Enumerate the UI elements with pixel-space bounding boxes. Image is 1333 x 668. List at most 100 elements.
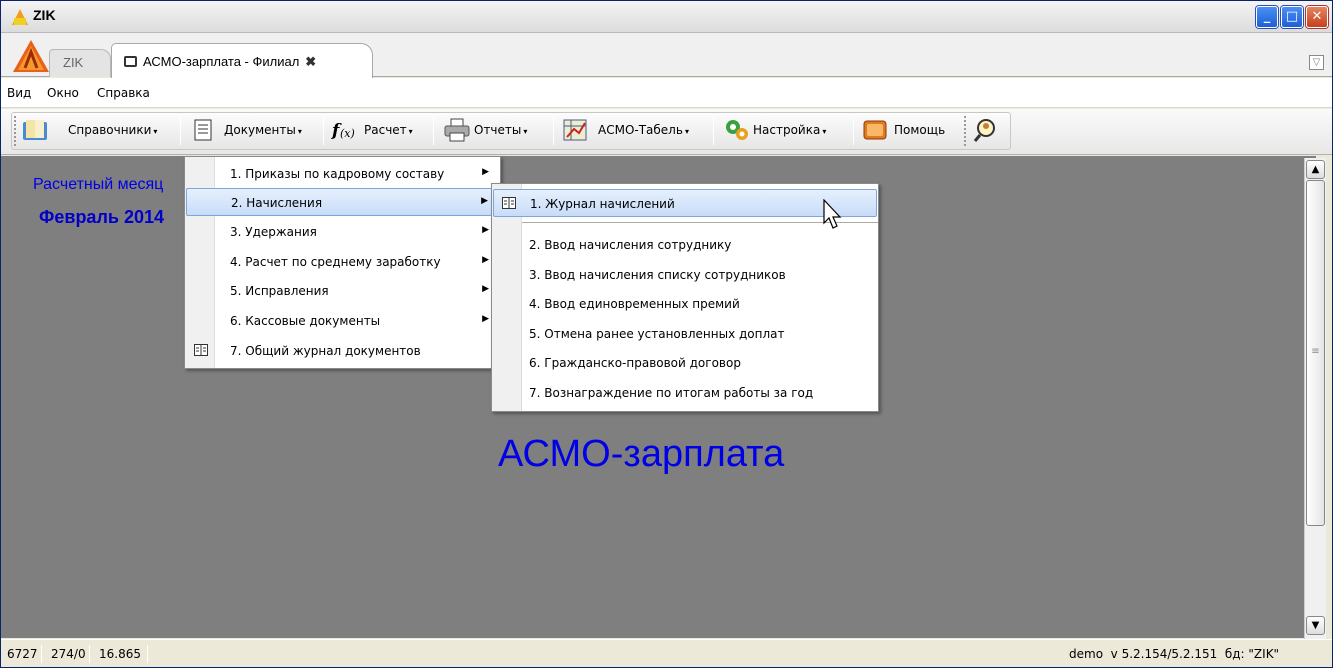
toolbar-grip[interactable] bbox=[964, 116, 966, 146]
tab-asmo-payroll[interactable]: АСМО-зарплата - Филиал ✖ bbox=[111, 43, 373, 78]
status-field-1: 6727 bbox=[7, 647, 38, 661]
menu-item-deductions[interactable]: 3. Удержания ▶ bbox=[186, 218, 499, 246]
calculation-button[interactable]: f (x) Расчет ▾ bbox=[331, 114, 429, 148]
menu-bar: Вид Окно Справка bbox=[1, 78, 1332, 108]
documents-button[interactable]: Документы ▾ bbox=[191, 114, 319, 148]
help-button[interactable]: Помощь bbox=[861, 114, 959, 148]
menu-item-accrual-employee[interactable]: 2. Ввод начисления сотруднику bbox=[493, 231, 877, 259]
submenu-arrow-icon: ▶ bbox=[482, 225, 489, 235]
document-list-icon bbox=[194, 119, 212, 141]
reports-button[interactable]: Отчеты ▾ bbox=[443, 114, 549, 148]
menu-item-label: 1. Приказы по кадровому составу bbox=[230, 167, 445, 181]
app-title: АСМО-зарплата bbox=[498, 433, 785, 475]
menu-item-label: 3. Ввод начисления списку сотрудников bbox=[529, 268, 786, 282]
tab-zik[interactable]: ZIK bbox=[49, 49, 111, 77]
menu-item-label: 5. Исправления bbox=[230, 284, 329, 298]
scroll-up-button[interactable]: ▲ bbox=[1306, 160, 1325, 179]
menu-item-label: 7. Общий журнал документов bbox=[230, 344, 421, 358]
menu-item-label: 2. Начисления bbox=[231, 196, 323, 210]
mouse-cursor-icon bbox=[823, 199, 842, 229]
submenu-arrow-icon: ▶ bbox=[481, 196, 488, 206]
status-field-2: 274/0 bbox=[51, 647, 86, 661]
menu-item-cancel-allowances[interactable]: 5. Отмена ранее установленных доплат bbox=[493, 320, 877, 348]
menu-item-accruals-journal[interactable]: 1. Журнал начислений bbox=[493, 189, 877, 217]
documents-label: Документы ▾ bbox=[224, 123, 302, 137]
menu-item-one-time-bonus[interactable]: 4. Ввод единовременных премий bbox=[493, 290, 877, 318]
menu-item-civil-contract[interactable]: 6. Гражданско-правовой договор bbox=[493, 349, 877, 377]
billing-month-label: Расчетный месяц bbox=[33, 176, 164, 193]
book-icon bbox=[194, 344, 208, 356]
menu-help[interactable]: Справка bbox=[97, 86, 150, 100]
function-icon: f (x) bbox=[331, 121, 355, 141]
toolbar-separator bbox=[180, 117, 181, 145]
submenu-arrow-icon: ▶ bbox=[482, 255, 489, 265]
tab-main-label: АСМО-зарплата - Филиал bbox=[143, 54, 300, 69]
help-book-icon bbox=[863, 120, 887, 140]
menu-item-label: 1. Журнал начислений bbox=[530, 197, 675, 211]
menu-item-general-journal[interactable]: 7. Общий журнал документов bbox=[186, 337, 499, 365]
menu-item-orders[interactable]: 1. Приказы по кадровому составу ▶ bbox=[186, 160, 499, 188]
scroll-thumb[interactable]: ≡ bbox=[1306, 180, 1325, 526]
tab-zik-label: ZIK bbox=[63, 55, 84, 70]
document-icon bbox=[124, 56, 137, 67]
scroll-down-button[interactable]: ▼ bbox=[1306, 616, 1325, 635]
toolbar-separator bbox=[853, 117, 854, 145]
menu-window[interactable]: Окно bbox=[47, 86, 79, 100]
menu-item-label: 6. Кассовые документы bbox=[230, 314, 381, 328]
menu-item-annual-reward[interactable]: 7. Вознаграждение по итогам работы за го… bbox=[493, 379, 877, 407]
maximize-button[interactable]: □ bbox=[1281, 6, 1303, 28]
menu-item-label: 3. Удержания bbox=[230, 225, 317, 239]
menu-item-accruals[interactable]: 2. Начисления ▶ bbox=[186, 188, 499, 216]
minimize-button[interactable]: _ bbox=[1256, 6, 1278, 28]
help-label: Помощь bbox=[894, 123, 946, 137]
svg-text:(x): (x) bbox=[340, 127, 355, 140]
menu-item-label: 2. Ввод начисления сотруднику bbox=[529, 238, 732, 252]
references-button[interactable]: Справочники ▾ bbox=[21, 114, 176, 148]
asmo-tabel-button[interactable]: АСМО-Табель ▾ bbox=[561, 114, 709, 148]
magnifier-people-icon bbox=[973, 119, 995, 142]
close-button[interactable]: ✕ bbox=[1306, 6, 1328, 28]
book-icon bbox=[23, 120, 47, 140]
printer-icon bbox=[444, 118, 470, 142]
menu-item-label: 7. Вознаграждение по итогам работы за го… bbox=[529, 386, 814, 400]
toolbar-grip[interactable] bbox=[14, 116, 16, 146]
settings-label: Настройка ▾ bbox=[753, 123, 827, 137]
toolbar-separator bbox=[323, 117, 324, 145]
menu-item-corrections[interactable]: 5. Исправления ▶ bbox=[186, 277, 499, 305]
zik-home-icon[interactable] bbox=[11, 38, 51, 74]
window-title: ZIK bbox=[33, 7, 56, 23]
status-version: demo v 5.2.154/5.2.151 бд: "ZIK" bbox=[1069, 647, 1280, 661]
menu-item-average-earnings[interactable]: 4. Расчет по среднему заработку ▶ bbox=[186, 248, 499, 276]
book-icon bbox=[502, 197, 516, 209]
submenu-arrow-icon: ▶ bbox=[482, 314, 489, 324]
menu-item-label: 6. Гражданско-правовой договор bbox=[529, 356, 741, 370]
billing-month-value[interactable]: Февраль 2014 bbox=[39, 207, 164, 228]
zik-logo-icon bbox=[12, 9, 28, 25]
menu-view[interactable]: Вид bbox=[7, 86, 31, 100]
accruals-submenu: 1. Журнал начислений 2. Ввод начисления … bbox=[491, 183, 879, 412]
vertical-scrollbar[interactable]: ▲ ≡ ▼ bbox=[1304, 158, 1326, 639]
status-separator bbox=[41, 645, 42, 663]
menu-item-label: 4. Ввод единовременных премий bbox=[529, 297, 740, 311]
settings-button[interactable]: Настройка ▾ bbox=[723, 114, 851, 148]
toolbar-separator bbox=[433, 117, 434, 145]
menu-item-label: 5. Отмена ранее установленных доплат bbox=[529, 327, 785, 341]
documents-menu: 1. Приказы по кадровому составу ▶ 2. Начи… bbox=[184, 156, 501, 369]
toolbar-separator bbox=[553, 117, 554, 145]
tab-close-icon[interactable]: ✖ bbox=[305, 54, 316, 69]
tab-list-dropdown[interactable]: ▽ bbox=[1309, 55, 1324, 70]
calculation-label: Расчет ▾ bbox=[364, 123, 413, 137]
title-bar[interactable]: ZIK _ □ ✕ bbox=[1, 1, 1332, 33]
menu-item-cash-documents[interactable]: 6. Кассовые документы ▶ bbox=[186, 307, 499, 335]
toolbar-separator bbox=[713, 117, 714, 145]
status-separator bbox=[147, 645, 148, 663]
references-label: Справочники ▾ bbox=[68, 123, 158, 137]
reports-label: Отчеты ▾ bbox=[474, 123, 528, 137]
search-people-button[interactable] bbox=[973, 114, 1003, 148]
submenu-arrow-icon: ▶ bbox=[482, 284, 489, 294]
status-bar: 6727 274/0 16.865 demo v 5.2.154/5.2.151… bbox=[1, 639, 1332, 667]
status-separator bbox=[89, 645, 90, 663]
submenu-arrow-icon: ▶ bbox=[482, 167, 489, 177]
menu-item-accrual-list[interactable]: 3. Ввод начисления списку сотрудников bbox=[493, 261, 877, 289]
app-window: ZIK _ □ ✕ ZIK АСМО-зарплата - Филиал ✖ ▽ … bbox=[0, 0, 1333, 668]
